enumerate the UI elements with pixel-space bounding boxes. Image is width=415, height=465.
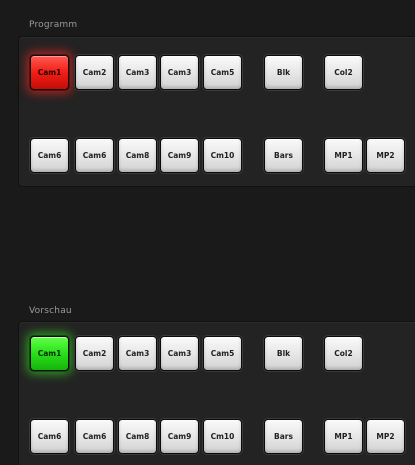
preview-button-black[interactable]: Blk [264,336,303,371]
program-bus-title: Programm [29,20,78,30]
preview-button-color2[interactable]: Col2 [324,336,363,371]
program-button-mp2[interactable]: MP2 [366,138,405,173]
preview-button-7[interactable]: Cam6 [75,419,114,454]
preview-button-1[interactable]: Cam1 [30,336,69,371]
program-button-black[interactable]: Blk [264,55,303,90]
preview-button-9[interactable]: Cam9 [160,419,199,454]
preview-button-6[interactable]: Cam6 [30,419,69,454]
preview-button-mp1[interactable]: MP1 [324,419,363,454]
preview-button-5[interactable]: Cam5 [203,336,242,371]
program-button-6[interactable]: Cam6 [30,138,69,173]
preview-button-bars[interactable]: Bars [264,419,303,454]
preview-button-10[interactable]: Cm10 [203,419,242,454]
preview-bus-panel: Cam1 Cam2 Cam3 Cam3 Cam5 Blk Col2 Cam6 C… [18,321,415,465]
program-button-color2[interactable]: Col2 [324,55,363,90]
program-button-bars[interactable]: Bars [264,138,303,173]
program-button-9[interactable]: Cam9 [160,138,199,173]
program-button-mp1[interactable]: MP1 [324,138,363,173]
program-button-3[interactable]: Cam3 [118,55,157,90]
program-button-4[interactable]: Cam3 [160,55,199,90]
program-button-5[interactable]: Cam5 [203,55,242,90]
program-button-1[interactable]: Cam1 [30,55,69,90]
preview-button-3[interactable]: Cam3 [118,336,157,371]
switcher-bus-view: Programm Cam1 Cam2 Cam3 Cam3 Cam5 Blk Co… [0,0,415,465]
program-button-7[interactable]: Cam6 [75,138,114,173]
preview-bus-title: Vorschau [29,306,72,316]
preview-button-2[interactable]: Cam2 [75,336,114,371]
preview-button-4[interactable]: Cam3 [160,336,199,371]
program-bus-panel: Cam1 Cam2 Cam3 Cam3 Cam5 Blk Col2 Cam6 C… [18,36,415,187]
program-button-8[interactable]: Cam8 [118,138,157,173]
preview-button-mp2[interactable]: MP2 [366,419,405,454]
program-button-10[interactable]: Cm10 [203,138,242,173]
program-button-2[interactable]: Cam2 [75,55,114,90]
preview-button-8[interactable]: Cam8 [118,419,157,454]
